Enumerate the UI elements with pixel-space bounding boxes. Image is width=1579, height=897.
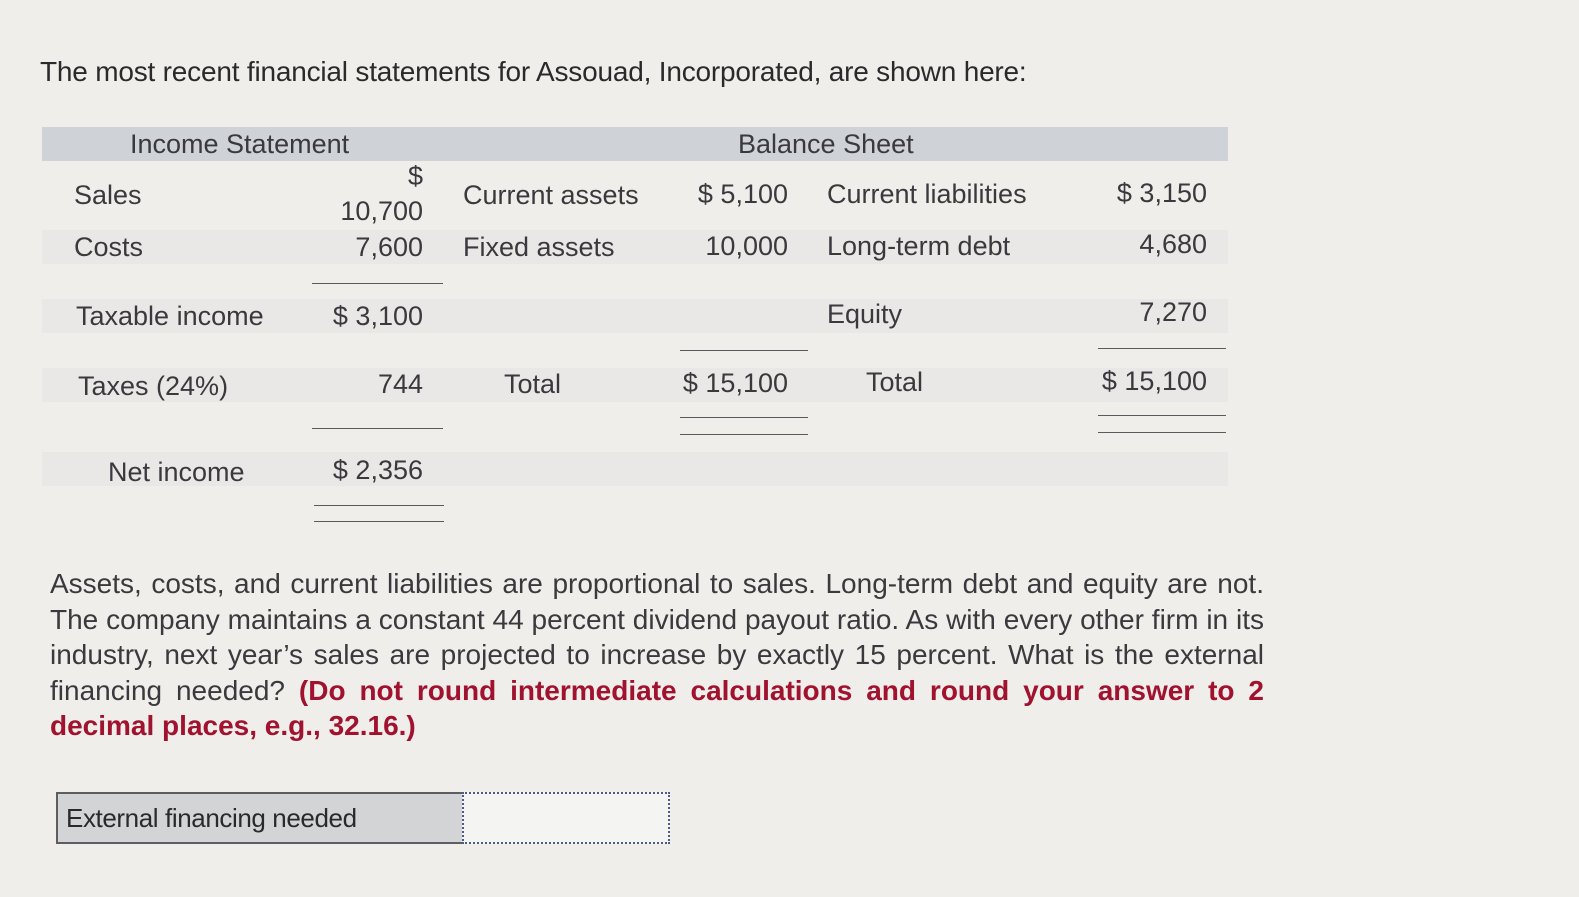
table-header: Income Statement Balance Sheet [42,127,1228,161]
long-term-debt-label: Long-term debt [827,231,1011,261]
external-financing-label: External financing needed [56,792,462,844]
costs-value: 7,600 [355,232,423,262]
net-income-value: $ 2,356 [332,455,423,485]
assets-total-value: $ 15,100 [682,368,788,398]
balance-sheet-title: Balance Sheet [738,129,914,159]
double-rule-top [314,505,444,506]
double-rule-top [1098,415,1226,416]
sales-label: Sales [74,180,142,210]
equity-label: Equity [827,299,903,329]
double-rule-bottom [1098,432,1226,433]
taxable-income-value: $ 3,100 [332,301,423,331]
sales-dollar-sign: $ [407,161,423,191]
current-assets-value: $ 5,100 [697,179,788,209]
sales-value: 10,700 [340,196,423,226]
current-assets-label: Current assets [463,180,639,210]
fixed-assets-label: Fixed assets [463,232,615,262]
taxes-label: Taxes (24%) [78,371,229,401]
income-statement-title: Income Statement [130,129,350,159]
double-rule-bottom [680,434,808,435]
taxes-value: 744 [377,369,423,399]
current-liabilities-value: $ 3,150 [1116,178,1207,208]
long-term-debt-value: 4,680 [1139,229,1207,259]
costs-label: Costs [74,232,144,262]
assets-total-label: Total [504,369,562,399]
answer-row: External financing needed [56,792,670,844]
double-rule-top [680,417,808,418]
external-financing-input[interactable] [462,792,670,844]
row-band-costs [42,230,1228,264]
subtotal-rule [312,428,443,429]
question-paragraph: Assets, costs, and current liabilities a… [50,566,1264,744]
subtotal-rule [312,283,443,284]
intro-text: The most recent financial statements for… [40,56,1027,87]
taxable-income-label: Taxable income [76,301,264,331]
double-rule-bottom [314,521,444,522]
equity-value: 7,270 [1139,297,1207,327]
fixed-assets-value: 10,000 [705,231,788,261]
liabilities-total-value: $ 15,100 [1101,366,1207,396]
subtotal-rule [1098,348,1226,349]
liabilities-total-label: Total [866,367,924,397]
net-income-label: Net income [108,457,245,487]
subtotal-rule [680,350,808,351]
current-liabilities-label: Current liabilities [827,179,1027,209]
